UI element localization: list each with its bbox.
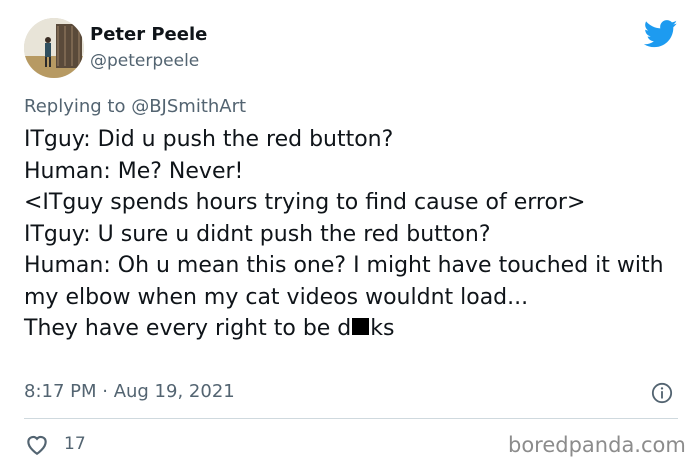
tweet-line: ITguy: Did u push the red button? [24, 127, 394, 152]
info-icon[interactable] [651, 382, 673, 404]
divider [24, 418, 678, 419]
heart-icon [27, 435, 47, 456]
like-count: 17 [64, 434, 86, 454]
tweet-line-last-before: They have every right to be d [24, 316, 352, 341]
twitter-bird-icon[interactable] [644, 20, 678, 48]
author-handle[interactable]: @peterpeele [90, 50, 199, 72]
tweet-timestamp[interactable]: 8:17 PM · Aug 19, 2021 [24, 380, 235, 404]
replying-to: Replying to @BJSmithArt [24, 95, 246, 119]
tweet-line-last: They have every right to be d ks [24, 313, 684, 345]
tweet-body: ITguy: Did u push the red button? Human: … [24, 124, 684, 345]
censor-block [352, 318, 370, 335]
tweet-line: Human: Oh u mean this one? I might have … [24, 253, 671, 310]
tweet-line: ITguy: U sure u didnt push the red butto… [24, 221, 491, 247]
watermark: boredpanda.com [508, 433, 686, 457]
tweet-line: Human: Me? Never! [24, 158, 244, 184]
avatar-image [24, 18, 84, 78]
replying-prefix: Replying to [24, 96, 132, 117]
tweet-line: <ITguy spends hours trying to find cause… [24, 190, 586, 215]
avatar[interactable] [24, 18, 84, 78]
replying-to-mention[interactable]: @BJSmithArt [131, 96, 246, 117]
author-name[interactable]: Peter Peele [90, 23, 207, 47]
like-button[interactable]: 17 [24, 432, 86, 456]
tweet-line-last-after: ks [370, 316, 395, 341]
